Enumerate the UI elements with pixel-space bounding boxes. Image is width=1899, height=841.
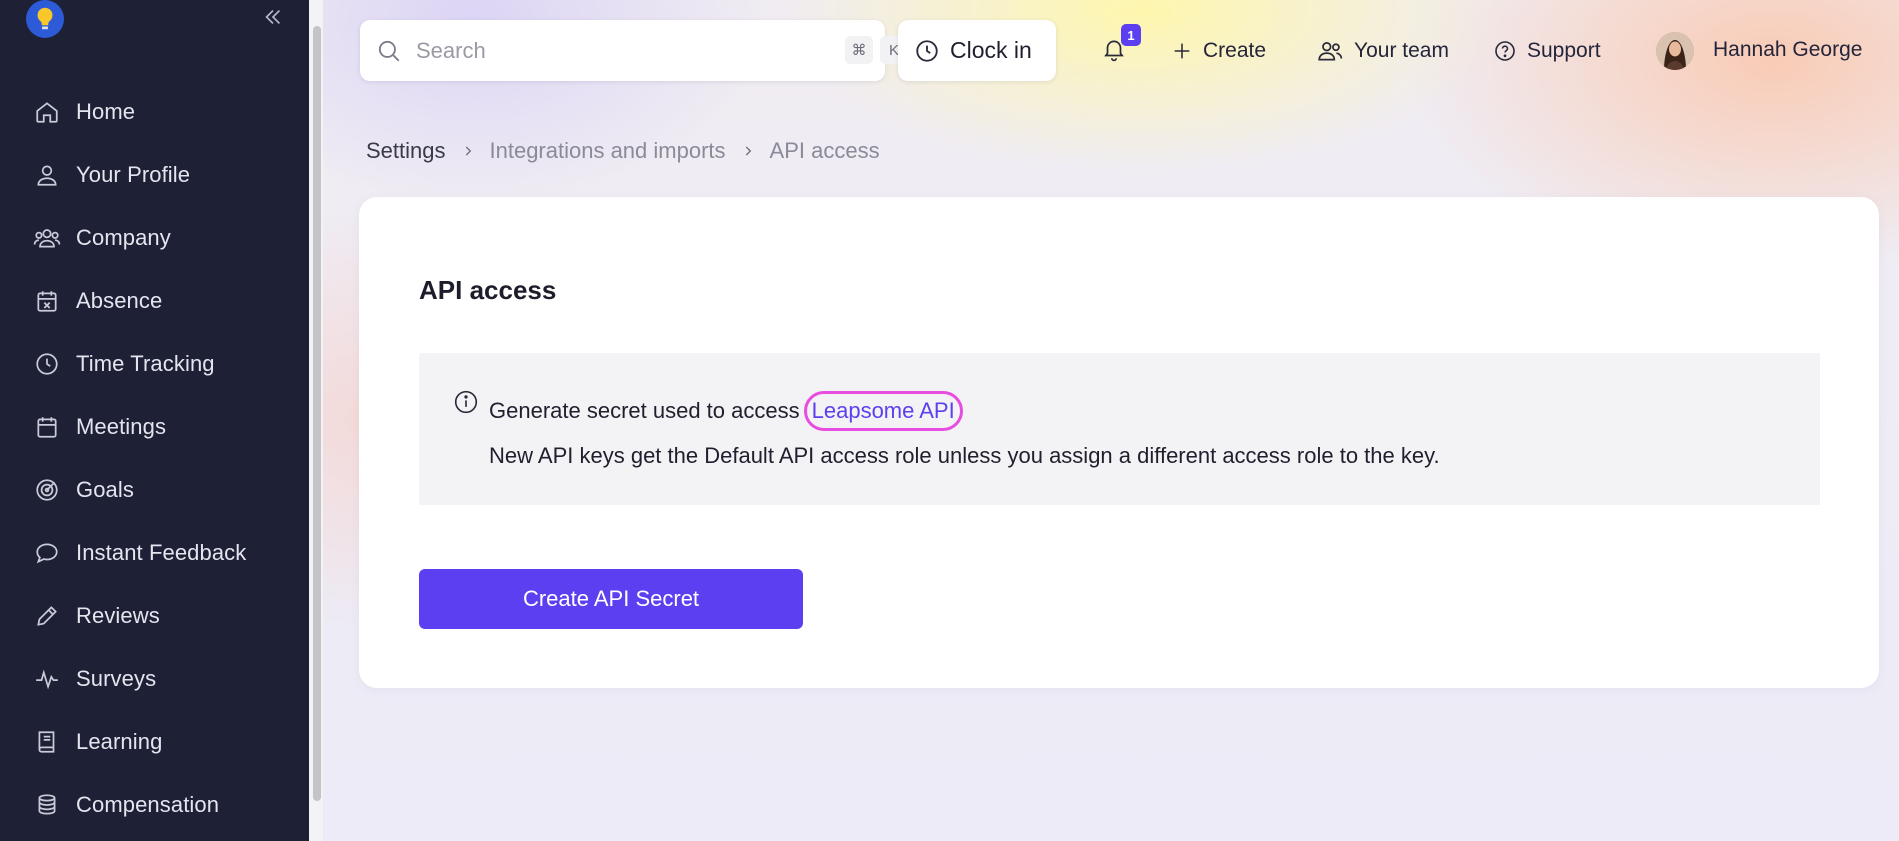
sidebar-scrollbar-thumb[interactable]: [313, 26, 321, 801]
sidebar-item-label: Absence: [76, 287, 163, 313]
info-box: Generate secret used to access Leapsome …: [419, 353, 1820, 505]
create-label: Create: [1203, 39, 1267, 62]
avatar[interactable]: [1656, 32, 1694, 70]
info-note: New API keys get the Default API access …: [489, 443, 1440, 468]
search-icon: [378, 40, 400, 61]
sidebar-item-label: Compensation: [76, 791, 220, 817]
home-icon: [32, 97, 62, 127]
sidebar-item-label: Reviews: [76, 602, 160, 628]
plus-icon: [1174, 43, 1190, 59]
coins-icon: [32, 790, 62, 820]
user-name[interactable]: Hannah George: [1713, 38, 1862, 62]
collapse-sidebar-button[interactable]: [260, 4, 286, 30]
api-access-card: API access Generate secret used to acces…: [359, 197, 1879, 688]
info-line: Generate secret used to access Leapsome …: [489, 391, 963, 431]
chevron-right-icon: [741, 144, 755, 158]
sidebar-item-label: Learning: [76, 728, 163, 754]
sidebar-item-company[interactable]: Company: [0, 206, 309, 269]
sidebar-item-compensation[interactable]: Compensation: [0, 773, 309, 836]
clock-icon: [916, 39, 938, 62]
breadcrumb-settings[interactable]: Settings: [366, 138, 446, 164]
clock-icon: [32, 349, 62, 379]
lightbulb-icon: [37, 7, 53, 30]
app-logo[interactable]: [26, 0, 64, 38]
your-team-label: Your team: [1354, 39, 1449, 62]
support-button[interactable]: Support: [1493, 33, 1601, 69]
search-input[interactable]: [416, 37, 776, 64]
notification-badge: 1: [1121, 24, 1141, 46]
book-icon: [32, 727, 62, 757]
clock-in-label: Clock in: [950, 37, 1032, 63]
sidebar-item-learning[interactable]: Learning: [0, 710, 309, 773]
sidebar-item-surveys[interactable]: Surveys: [0, 647, 309, 710]
sidebar: Home Your Profile Company Absence Time T…: [0, 0, 309, 841]
page-title: API access: [419, 275, 557, 305]
info-text: Generate secret used to access: [489, 398, 800, 423]
sidebar-item-label: Time Tracking: [76, 350, 215, 376]
create-button[interactable]: Create: [1171, 33, 1266, 69]
sidebar-item-instant-feedback[interactable]: Instant Feedback: [0, 521, 309, 584]
sidebar-item-reviews[interactable]: Reviews: [0, 584, 309, 647]
sidebar-item-label: Home: [76, 98, 136, 124]
sidebar-item-your-profile[interactable]: Your Profile: [0, 143, 309, 206]
sidebar-item-label: Instant Feedback: [76, 539, 247, 565]
sidebar-item-time-tracking[interactable]: Time Tracking: [0, 332, 309, 395]
sidebar-item-label: Company: [76, 224, 171, 250]
pencil-icon: [32, 601, 62, 631]
calendar-x-icon: [32, 286, 62, 316]
breadcrumb-integrations[interactable]: Integrations and imports: [490, 138, 726, 164]
user-photo: [1656, 32, 1694, 70]
sidebar-item-goals[interactable]: Goals: [0, 458, 309, 521]
sidebar-item-absence[interactable]: Absence: [0, 269, 309, 332]
chevron-right-icon: [461, 144, 475, 158]
info-icon: [454, 390, 478, 414]
clock-in-button[interactable]: Clock in: [898, 20, 1056, 81]
your-team-button[interactable]: Your team: [1316, 33, 1449, 69]
sidebar-item-home[interactable]: Home: [0, 80, 309, 143]
sidebar-item-meetings[interactable]: Meetings: [0, 395, 309, 458]
sidebar-item-label: Your Profile: [76, 161, 191, 187]
team-icon: [1318, 42, 1343, 61]
sidebar-item-label: Goals: [76, 476, 134, 502]
breadcrumb: Settings Integrations and imports API ac…: [366, 138, 880, 164]
main-content: ⌘ K Clock in 1 Create Your team Support …: [323, 0, 1899, 841]
double-chevron-left-icon: [265, 9, 281, 25]
create-api-secret-button[interactable]: Create API Secret: [419, 569, 803, 629]
calendar-icon: [32, 412, 62, 442]
support-label: Support: [1527, 39, 1601, 62]
target-icon: [32, 475, 62, 505]
shortcut-cmd-key: ⌘: [845, 36, 873, 64]
help-icon: [1495, 41, 1515, 61]
sidebar-nav: Home Your Profile Company Absence Time T…: [0, 80, 309, 836]
sidebar-item-label: Surveys: [76, 665, 157, 691]
people-icon: [32, 223, 62, 253]
leapsome-api-link[interactable]: Leapsome API: [803, 391, 963, 431]
breadcrumb-api-access: API access: [769, 138, 880, 163]
pulse-icon: [32, 664, 62, 694]
speech-bubble-icon: [32, 538, 62, 568]
user-icon: [32, 160, 62, 190]
search-bar[interactable]: ⌘ K: [360, 20, 908, 81]
sidebar-item-label: Meetings: [76, 413, 167, 439]
